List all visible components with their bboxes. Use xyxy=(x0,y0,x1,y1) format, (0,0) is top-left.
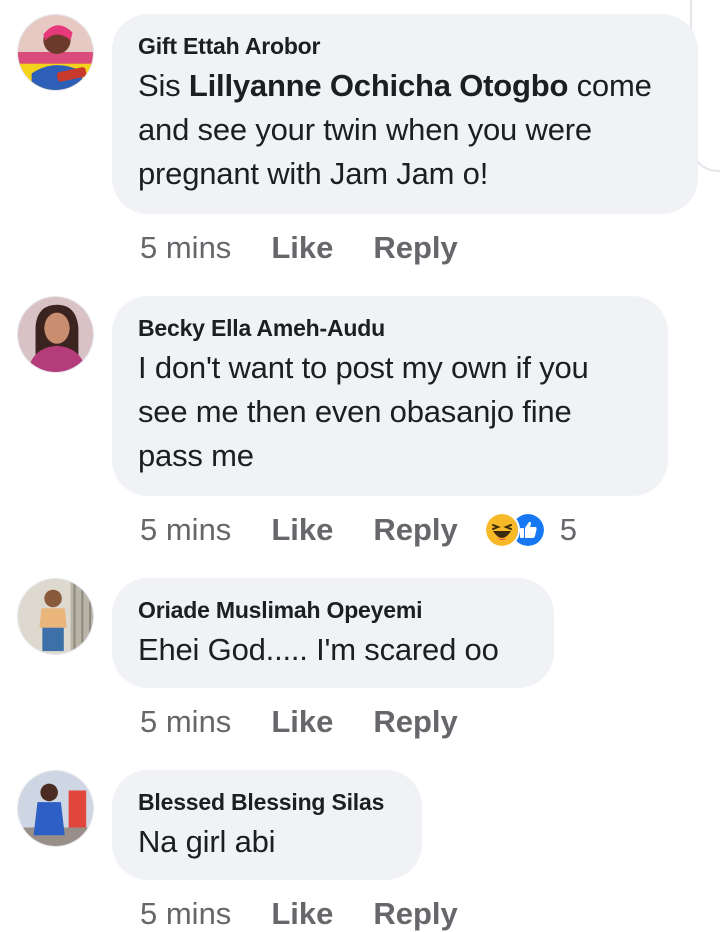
avatar-photo xyxy=(18,15,93,90)
comment-timestamp[interactable]: 5 mins xyxy=(140,512,231,548)
avatar-photo xyxy=(18,771,93,846)
comment-author[interactable]: Blessed Blessing Silas xyxy=(138,789,396,815)
comment-timestamp[interactable]: 5 mins xyxy=(140,230,231,266)
comment-bubble: Blessed Blessing Silas Na girl abi xyxy=(112,770,422,880)
comment-text: Sis Lillyanne Ochicha Otogbo come and se… xyxy=(138,64,672,196)
haha-icon xyxy=(483,512,520,548)
avatar[interactable] xyxy=(17,296,94,373)
comment-text: Na girl abi xyxy=(138,824,276,859)
comment-bubble: Oriade Muslimah Opeyemi Ehei God..... I'… xyxy=(112,578,554,688)
reply-button[interactable]: Reply xyxy=(373,896,457,932)
comment-bubble: Gift Ettah Arobor Sis Lillyanne Ochicha … xyxy=(112,14,698,214)
like-button[interactable]: Like xyxy=(271,512,333,548)
comment-author[interactable]: Becky Ella Ameh-Audu xyxy=(138,315,642,341)
comment-text-before: Sis xyxy=(138,68,189,103)
comment-actions: 5 mins Like Reply xyxy=(140,230,458,266)
reaction-count: 5 xyxy=(559,512,578,547)
avatar[interactable] xyxy=(17,14,94,91)
avatar-photo xyxy=(18,297,93,372)
avatar-photo xyxy=(18,579,93,654)
comment-text: I don't want to post my own if you see m… xyxy=(138,350,589,473)
comment-timestamp[interactable]: 5 mins xyxy=(140,704,231,740)
reply-button[interactable]: Reply xyxy=(373,512,457,548)
like-button[interactable]: Like xyxy=(271,896,333,932)
comment-actions: 5 mins Like Reply 5 xyxy=(140,512,577,548)
comment-timestamp[interactable]: 5 mins xyxy=(140,896,231,932)
comment-author[interactable]: Gift Ettah Arobor xyxy=(138,33,672,59)
comment-actions: 5 mins Like Reply xyxy=(140,704,458,740)
like-button[interactable]: Like xyxy=(271,704,333,740)
like-button[interactable]: Like xyxy=(271,230,333,266)
comment-text: Ehei God..... I'm scared oo xyxy=(138,632,499,667)
comment-author[interactable]: Oriade Muslimah Opeyemi xyxy=(138,597,528,623)
avatar[interactable] xyxy=(17,770,94,847)
mention-link[interactable]: Lillyanne Ochicha Otogbo xyxy=(189,68,568,103)
reply-button[interactable]: Reply xyxy=(373,230,457,266)
comment-bubble: Becky Ella Ameh-Audu I don't want to pos… xyxy=(112,296,668,496)
reply-button[interactable]: Reply xyxy=(373,704,457,740)
avatar[interactable] xyxy=(17,578,94,655)
reaction-summary[interactable]: 5 xyxy=(483,512,578,548)
comment-actions: 5 mins Like Reply xyxy=(140,896,458,932)
